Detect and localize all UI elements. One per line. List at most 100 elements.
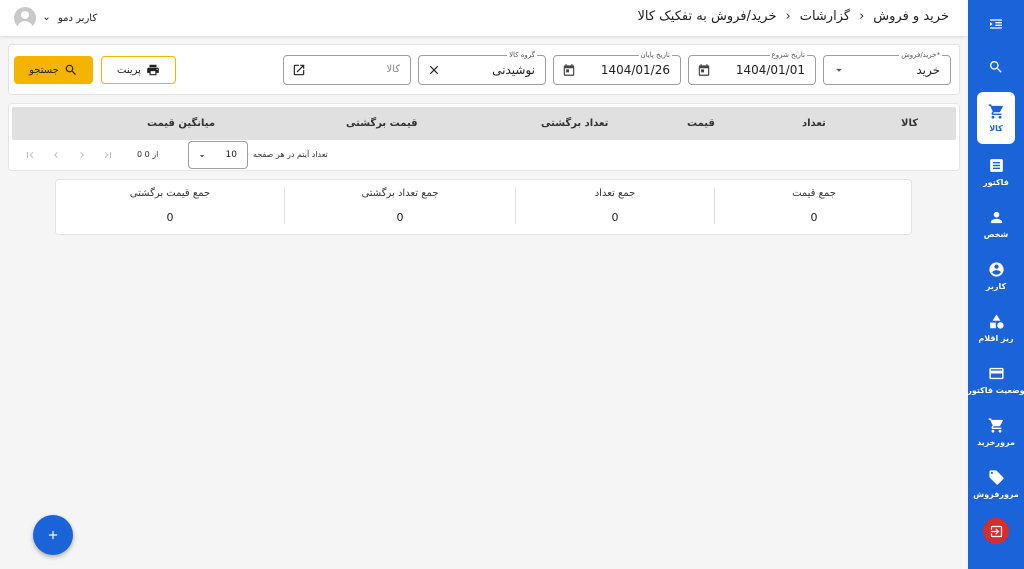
search-button[interactable] <box>968 47 1024 87</box>
cart-icon <box>988 104 1003 119</box>
type-select-label: خرید/فروش* <box>899 50 942 60</box>
open-in-new-icon[interactable] <box>292 63 306 77</box>
summary-divider <box>714 188 715 224</box>
product-input-placeholder: کالا <box>386 64 400 75</box>
pagination: تعداد آیتم در هر صفحه 10 0 از 0 <box>9 140 959 170</box>
breadcrumb-item-sales[interactable]: خرید و فروش <box>873 9 949 24</box>
end-date-label: تاریخ پایان <box>638 50 672 60</box>
printer-icon <box>147 64 159 76</box>
summary-title: جمع قیمت <box>792 188 836 199</box>
chevron-left-icon: › <box>859 9 865 24</box>
search-icon <box>989 61 1002 73</box>
product-group-value: نوشیدنی <box>492 63 535 77</box>
column-header-price[interactable]: قیمت <box>687 118 715 129</box>
menu-collapse-icon <box>990 19 1002 29</box>
summary-divider <box>515 188 516 224</box>
user-name: کاربر دمو <box>58 12 98 24</box>
column-header-returned-quantity[interactable]: تعداد برگشتی <box>541 118 608 129</box>
plus-icon <box>48 530 58 540</box>
logout-button[interactable] <box>983 518 1009 544</box>
sidebar-item-purchase-review[interactable]: مرورخرید <box>968 406 1024 458</box>
person-icon <box>990 211 1002 224</box>
invoice-icon <box>989 159 1003 172</box>
sidebar-item-person[interactable]: شخص <box>968 198 1024 250</box>
product-group-select[interactable]: گروه کالا نوشیدنی <box>418 50 546 85</box>
sidebar-item-label: کاربر <box>985 282 1007 291</box>
summary-divider <box>284 188 285 224</box>
sidebar-item-invoice[interactable]: فاکتور <box>968 146 1024 198</box>
type-select[interactable]: خرید/فروش* خرید <box>823 50 951 85</box>
summary-value: 0 <box>611 211 619 224</box>
start-date-field[interactable]: تاریخ شروع 1404/01/01 <box>688 50 816 85</box>
first-page-icon[interactable] <box>24 149 36 161</box>
end-date-field[interactable]: تاریخ پایان 1404/01/26 <box>553 50 681 85</box>
credit-card-icon <box>988 367 1004 380</box>
summary-total-returned-price: جمع قیمت برگشتی 0 <box>56 180 284 236</box>
cart-icon <box>988 418 1003 433</box>
previous-page-icon[interactable] <box>50 149 62 161</box>
sidebar-item-label: وضعیت فاکتور <box>967 386 1024 395</box>
breadcrumb-item-current: خرید/فروش به تفکیک کالا <box>637 9 777 24</box>
summary-total-quantity: جمع تعداد 0 <box>516 180 714 236</box>
chevron-down-icon <box>44 16 49 20</box>
column-header-returned-price[interactable]: قیمت برگشتی <box>346 118 418 129</box>
rows-per-page-select[interactable]: 10 <box>188 141 248 169</box>
summary-panel: جمع قیمت 0 جمع تعداد 0 جمع تعداد برگشتی … <box>55 179 912 235</box>
summary-value: 0 <box>166 211 174 224</box>
sidebar-item-label: ریز اقلام <box>978 334 1014 343</box>
dropdown-arrow-icon <box>836 68 842 72</box>
sidebar-item-label: کالا <box>989 124 1003 133</box>
column-header-average-price[interactable]: میانگین قیمت <box>147 118 215 129</box>
sidebar: کالا فاکتور شخص کاربر ریز اقلام وضعیت فا… <box>967 0 1024 569</box>
summary-value: 0 <box>810 211 818 224</box>
search-button-label: جستجو <box>29 64 59 76</box>
sidebar-item-sales-review[interactable]: مرورفروش <box>968 458 1024 510</box>
summary-title: جمع تعداد <box>594 188 636 199</box>
summary-title: جمع قیمت برگشتی <box>129 188 211 199</box>
rows-per-page-label: تعداد آیتم در هر صفحه <box>253 150 328 159</box>
start-date-label: تاریخ شروع <box>769 50 807 60</box>
sidebar-item-label: فاکتور <box>983 178 1009 187</box>
report-table: کالا تعداد قیمت تعداد برگشتی قیمت برگشتی… <box>8 103 960 171</box>
breadcrumb-item-reports[interactable]: گزارشات <box>800 9 850 24</box>
summary-total-price: جمع قیمت 0 <box>715 180 913 236</box>
start-date-value: 1404/01/01 <box>735 63 805 77</box>
next-page-icon[interactable] <box>76 149 88 161</box>
sidebar-item-invoice-status[interactable]: وضعیت فاکتور <box>967 354 1024 406</box>
sidebar-item-label: مرورفروش <box>973 490 1019 499</box>
product-input[interactable]: کالا <box>283 55 411 85</box>
chevron-left-icon: › <box>785 9 791 24</box>
shapes-icon <box>989 314 1004 329</box>
sidebar-item-details[interactable]: ریز اقلام <box>968 302 1024 354</box>
add-button[interactable] <box>33 515 73 555</box>
last-page-icon[interactable] <box>102 149 114 161</box>
end-date-value: 1404/01/26 <box>600 63 670 77</box>
clear-icon[interactable] <box>427 63 441 77</box>
page-range: 0 از 0 <box>137 150 159 159</box>
search-icon <box>65 64 76 75</box>
dropdown-arrow-icon <box>199 155 205 158</box>
summary-total-returned-quantity: جمع تعداد برگشتی 0 <box>285 180 515 236</box>
sidebar-item-user[interactable]: کاربر <box>968 250 1024 302</box>
avatar <box>14 7 36 29</box>
type-select-value: خرید <box>916 63 940 77</box>
sidebar-item-label: مرورخرید <box>977 438 1015 447</box>
rows-per-page-value: 10 <box>225 150 237 160</box>
logout-icon <box>990 525 1002 537</box>
search-submit-button[interactable]: جستجو <box>14 56 93 84</box>
user-menu[interactable]: کاربر دمو <box>14 7 97 29</box>
menu-toggle-button[interactable] <box>968 4 1024 44</box>
column-header-product[interactable]: کالا <box>901 118 918 129</box>
summary-title: جمع تعداد برگشتی <box>361 188 439 199</box>
account-circle-icon <box>988 262 1004 277</box>
breadcrumb: خرید و فروش › گزارشات › خرید/فروش به تفک… <box>637 9 949 24</box>
column-header-quantity[interactable]: تعداد <box>802 118 826 129</box>
product-group-label: گروه کالا <box>507 50 537 60</box>
calendar-icon[interactable] <box>697 63 711 77</box>
sidebar-item-products[interactable]: کالا <box>977 92 1015 144</box>
calendar-icon[interactable] <box>562 63 576 77</box>
print-button-label: پرینت <box>117 64 141 76</box>
tag-icon <box>988 470 1004 485</box>
print-button[interactable]: پرینت <box>101 56 176 84</box>
sidebar-item-label: شخص <box>983 230 1009 239</box>
